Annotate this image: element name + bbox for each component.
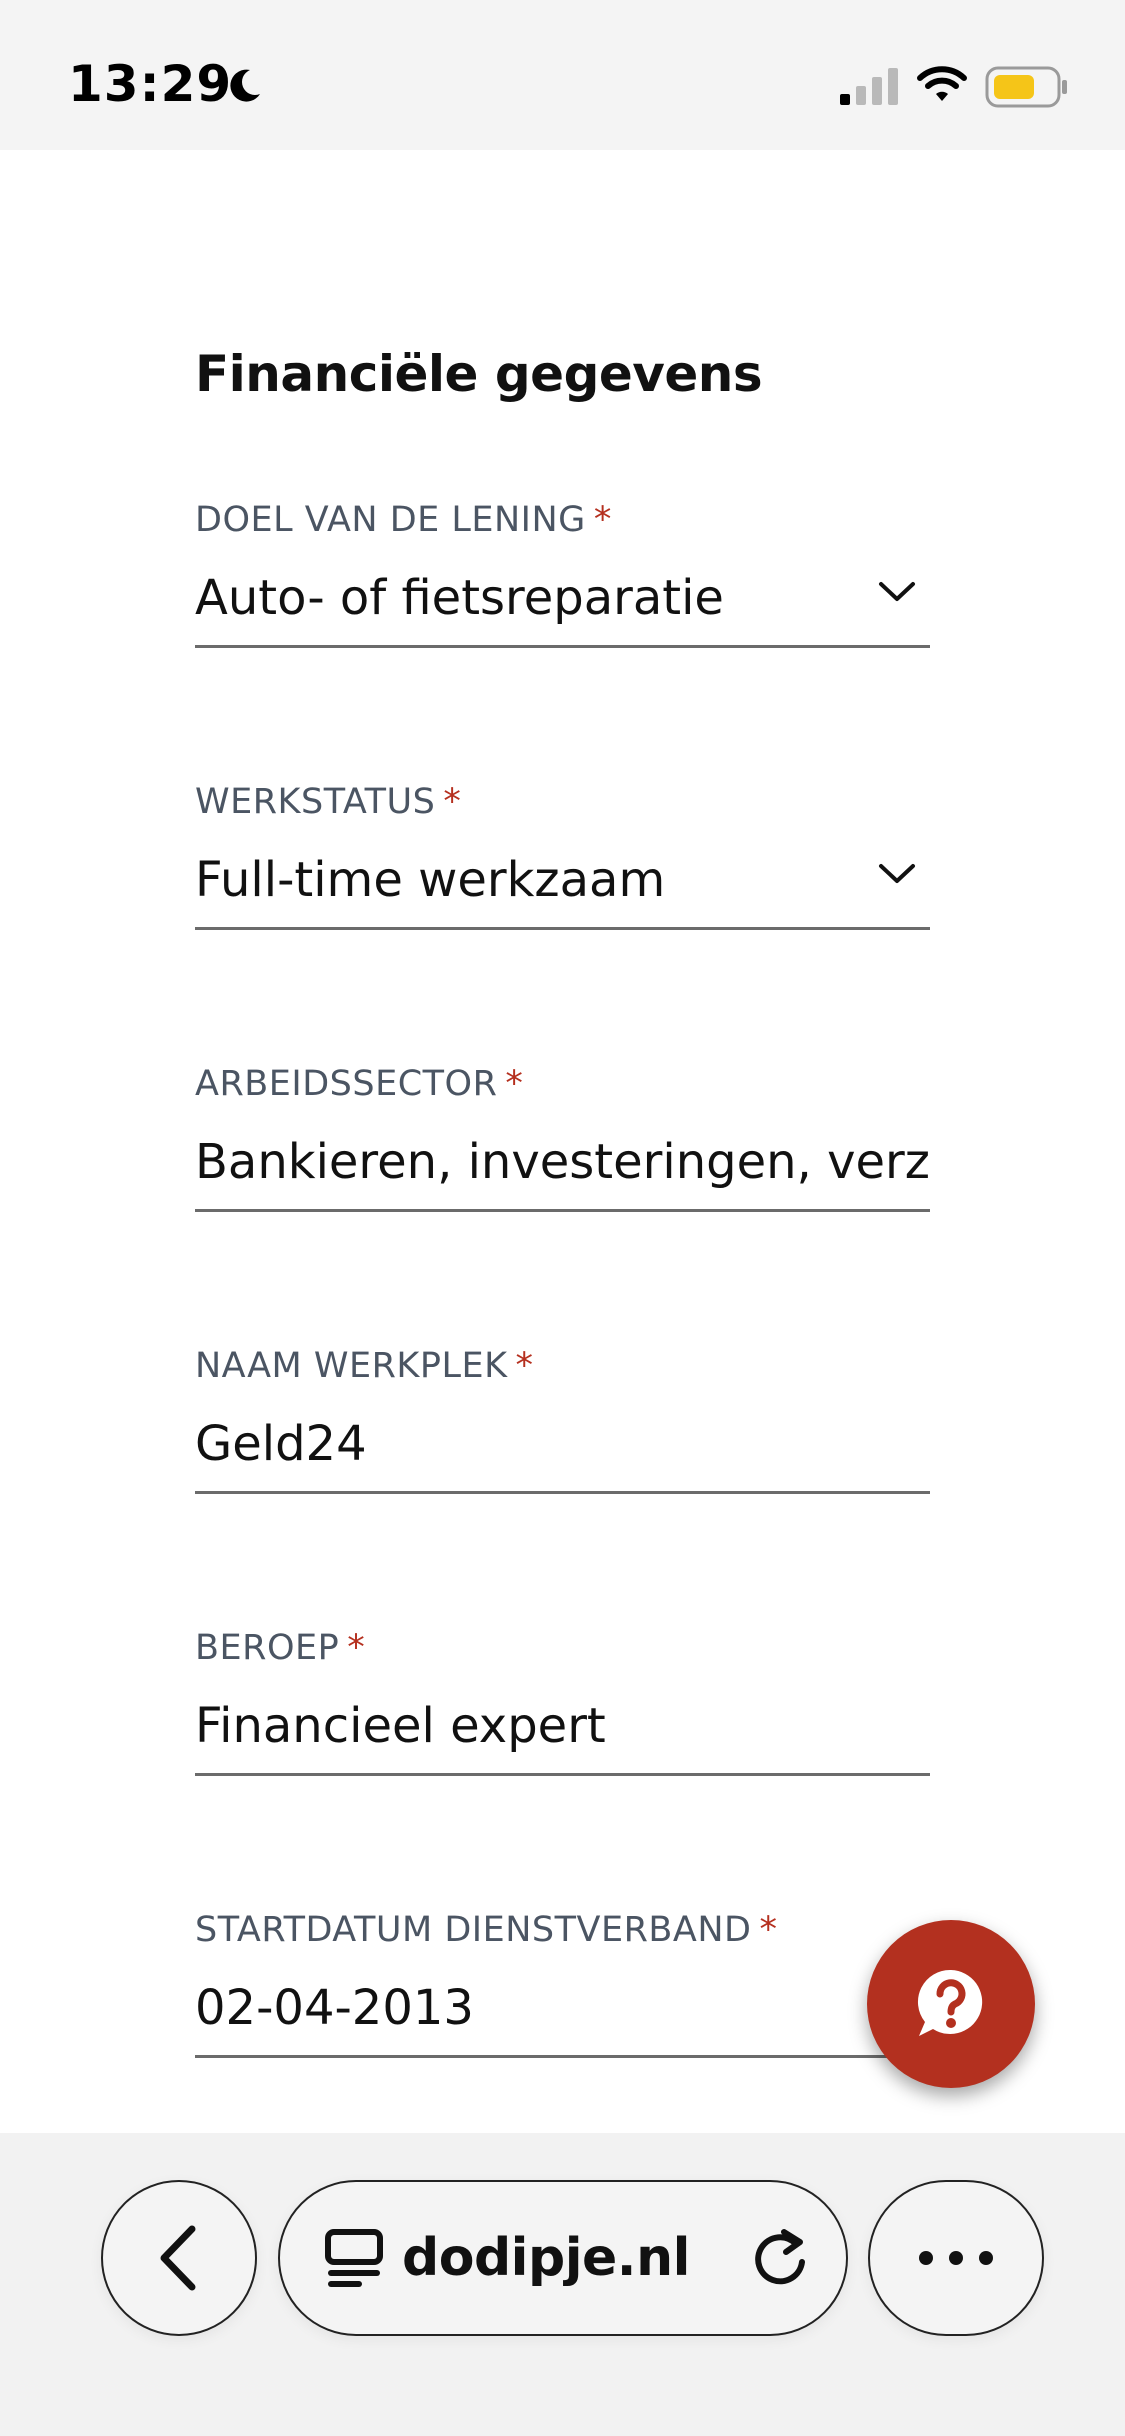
reload-icon[interactable] (750, 2228, 810, 2288)
field-underline (195, 645, 930, 648)
occupation-field[interactable]: BEROEP * Financieel expert (195, 1628, 930, 1776)
field-underline (195, 927, 930, 930)
url-text[interactable]: dodipje.nl (402, 2228, 690, 2288)
employment-start-date-field[interactable]: STARTDATUM DIENSTVERBAND * 02-04-2013 (195, 1910, 930, 2058)
work-status-label: WERKSTATUS (195, 782, 436, 822)
required-marker: * (505, 1064, 524, 1104)
address-bar[interactable]: dodipje.nl (278, 2180, 848, 2336)
required-marker: * (515, 1346, 534, 1386)
status-time: 13:29 (68, 55, 233, 113)
loan-purpose-field[interactable]: DOEL VAN DE LENING * Auto- of fietsrepara… (195, 500, 930, 648)
help-button[interactable] (867, 1920, 1035, 2088)
required-marker: * (347, 1628, 366, 1668)
required-marker: * (593, 500, 612, 540)
back-button[interactable] (101, 2180, 257, 2336)
employment-sector-select[interactable]: Bankieren, investeringen, verzekeringen (195, 1134, 930, 1190)
employment-sector-label: ARBEIDSSECTOR (195, 1064, 498, 1104)
employment-sector-field[interactable]: ARBEIDSSECTOR * Bankieren, investeringen,… (195, 1064, 930, 1212)
chevron-left-icon (160, 2225, 196, 2291)
moon-icon (230, 69, 260, 102)
battery-icon (985, 66, 1067, 108)
reader-mode-icon[interactable] (324, 2228, 384, 2288)
work-status-field[interactable]: WERKSTATUS * Full-time werkzaam (195, 782, 930, 930)
signal-icon (840, 68, 898, 105)
required-marker: * (443, 782, 462, 822)
employment-start-date-label: STARTDATUM DIENSTVERBAND (195, 1910, 752, 1950)
occupation-input[interactable]: Financieel expert (195, 1698, 930, 1754)
workplace-name-field[interactable]: NAAM WERKPLEK * Geld24 (195, 1346, 930, 1494)
workplace-name-input[interactable]: Geld24 (195, 1416, 930, 1472)
more-dots-icon (919, 2251, 993, 2265)
more-button[interactable] (868, 2180, 1044, 2336)
workplace-name-label: NAAM WERKPLEK (195, 1346, 508, 1386)
field-underline (195, 1491, 930, 1494)
help-chat-icon (917, 1969, 983, 2036)
field-underline (195, 2055, 930, 2058)
occupation-label: BEROEP (195, 1628, 340, 1668)
required-marker: * (759, 1910, 778, 1950)
employment-start-date-input[interactable]: 02-04-2013 (195, 1980, 930, 2036)
form-content: Financiële gegevens DOEL VAN DE LENING * … (0, 150, 1125, 2133)
section-title: Financiële gegevens (195, 345, 763, 403)
loan-purpose-select[interactable]: Auto- of fietsreparatie (195, 570, 930, 626)
chevron-down-icon[interactable] (878, 580, 916, 604)
field-underline (195, 1209, 930, 1212)
status-bar: 13:29 (0, 0, 1125, 150)
wifi-icon (917, 66, 967, 101)
chevron-down-icon[interactable] (878, 862, 916, 886)
field-underline (195, 1773, 930, 1776)
work-status-select[interactable]: Full-time werkzaam (195, 852, 930, 908)
loan-purpose-label: DOEL VAN DE LENING (195, 500, 586, 540)
